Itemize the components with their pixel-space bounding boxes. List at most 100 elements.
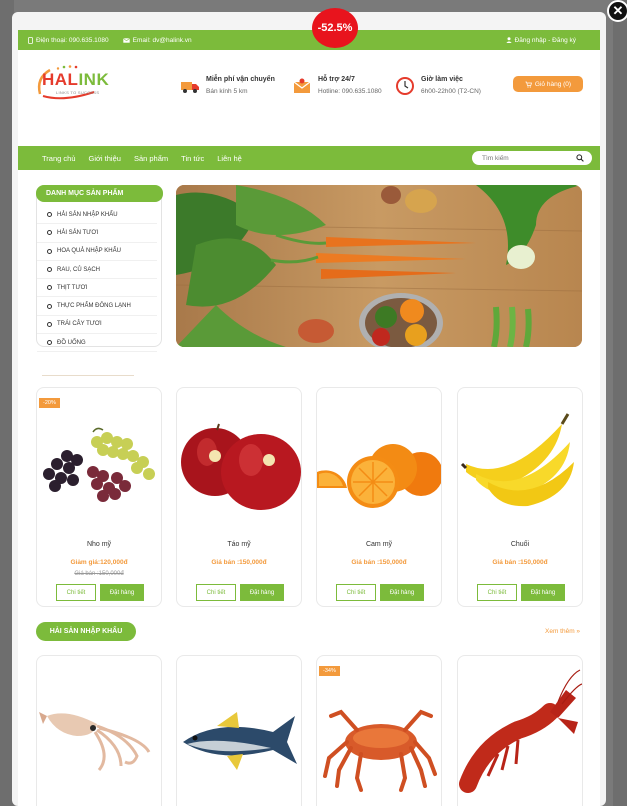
product-card: -34% — [316, 655, 442, 806]
search-box — [472, 151, 592, 165]
detail-button[interactable]: Chi tiết — [477, 584, 517, 601]
orange-image[interactable] — [317, 402, 441, 522]
feature-hours-title: Giờ làm việc — [421, 76, 463, 83]
search-icon[interactable] — [576, 154, 584, 162]
product-card — [176, 655, 302, 806]
feature-support: Hỗ trợ 24/7 Hotline: 090.635.1080 — [292, 76, 382, 96]
product-price: Giá bán :150,000đ — [351, 559, 407, 566]
topbar-email-text: Email: dv@halink.vn — [132, 36, 192, 44]
category-label: TRÁI CÂY TƯƠI — [57, 321, 102, 328]
banana-image[interactable] — [458, 402, 582, 522]
product-name[interactable]: Nho mỹ — [37, 541, 161, 548]
product-card: Táo mỹ Giá bán :150,000đ Chi tiết Đặt hà… — [176, 387, 302, 607]
bullet-icon — [47, 212, 52, 218]
section-divider — [42, 375, 134, 376]
nav-about[interactable]: Giới thiệu — [89, 154, 121, 163]
clock-icon — [396, 77, 414, 95]
nav-products[interactable]: Sản phẩm — [134, 154, 168, 163]
popup-modal: Điện thoại: 090.635.1080 Email: dv@halin… — [12, 12, 606, 806]
category-item[interactable]: RAU, CỦ SẠCH — [37, 261, 157, 280]
site-header: HALINK LINKS TO SUCCESS Miễn phí vận chu… — [18, 50, 600, 134]
backdrop-right — [613, 0, 627, 806]
detail-button[interactable]: Chi tiết — [56, 584, 96, 601]
detail-button[interactable]: Chi tiết — [336, 584, 376, 601]
product-card: Cam mỹ Giá bán :150,000đ Chi tiết Đặt hà… — [316, 387, 442, 607]
category-label: HẢI SẢN NHẬP KHẨU — [57, 211, 118, 218]
hero-banner-image[interactable] — [176, 185, 582, 347]
search-input[interactable] — [482, 154, 572, 162]
sidebar-title: DANH MỤC SẢN PHẨM — [36, 185, 163, 202]
order-button[interactable]: Đặt hàng — [380, 584, 424, 601]
bullet-icon — [47, 248, 52, 254]
bullet-icon — [47, 230, 52, 236]
squid-image[interactable] — [37, 666, 161, 806]
product-card — [36, 655, 162, 806]
feature-support-title: Hỗ trợ 24/7 — [318, 76, 355, 83]
product-old-price: Giá bán :150,000đ — [74, 571, 124, 577]
product-name[interactable]: Chuối — [458, 541, 582, 548]
product-price: Giá bán :150,000đ — [492, 559, 548, 566]
tuna-image[interactable] — [177, 666, 301, 806]
order-button[interactable]: Đặt hàng — [521, 584, 565, 601]
bullet-icon — [47, 285, 52, 291]
halink-logo[interactable]: HALINK LINKS TO SUCCESS — [34, 64, 116, 100]
feature-support-subtitle: Hotline: 090.635.1080 — [318, 88, 382, 95]
close-button[interactable]: ✕ — [607, 0, 627, 22]
nav-news[interactable]: Tin tức — [181, 154, 204, 163]
category-label: THỊT TƯƠI — [57, 284, 88, 291]
category-item[interactable]: HẢI SẢN NHẬP KHẨU — [37, 206, 157, 225]
login-register-link[interactable]: Đăng nhập - Đăng ký — [515, 37, 576, 44]
grapes-image[interactable] — [37, 402, 161, 522]
topbar-email[interactable]: Email: dv@halink.vn — [122, 36, 192, 44]
section-title-imported-seafood[interactable]: HẢI SẢN NHẬP KHẨU — [36, 622, 136, 641]
topbar-phone-text: Điện thoại: 090.635.1080 — [36, 36, 109, 44]
topbar-phone[interactable]: Điện thoại: 090.635.1080 — [28, 37, 109, 44]
category-item[interactable]: HẢI SẢN TƯƠI — [37, 224, 157, 243]
discount-badge: -52.5% — [312, 8, 358, 48]
product-name[interactable]: Cam mỹ — [317, 541, 441, 548]
category-item[interactable]: THỰC PHẨM ĐÔNG LẠNH — [37, 297, 157, 316]
detail-button[interactable]: Chi tiết — [196, 584, 236, 601]
website-preview: Điện thoại: 090.635.1080 Email: dv@halin… — [18, 30, 600, 806]
cart-icon — [525, 81, 532, 88]
category-item[interactable]: TRÁI CÂY TƯƠI — [37, 316, 157, 335]
phone-icon — [28, 36, 33, 44]
cart-button[interactable]: Giỏ hàng (0) — [513, 76, 583, 92]
truck-icon — [181, 82, 199, 93]
sale-tag: -20% — [39, 398, 60, 408]
bullet-icon — [47, 321, 52, 327]
category-item[interactable]: THỊT TƯƠI — [37, 279, 157, 298]
feature-shipping-title: Miễn phí vận chuyển — [206, 76, 275, 83]
cart-label: Giỏ hàng (0) — [534, 80, 572, 88]
category-list: HẢI SẢN NHẬP KHẨU HẢI SẢN TƯƠI HOA QUẢ N… — [37, 206, 157, 353]
product-price: Giảm giá:120,000đ — [70, 559, 128, 566]
logo-slogan: LINKS TO SUCCESS — [56, 90, 100, 95]
category-item[interactable]: ĐỒ UỐNG — [37, 334, 157, 353]
order-button[interactable]: Đặt hàng — [240, 584, 284, 601]
product-card: Chuối Giá bán :150,000đ Chi tiết Đặt hàn… — [457, 387, 583, 607]
main-nav: Trang chủ Giới thiệu Sản phẩm Tin tức Li… — [18, 146, 600, 170]
bullet-icon — [47, 340, 52, 346]
feature-hours: Giờ làm việc 6h00-22h00 (T2-CN) — [395, 76, 481, 96]
see-more-link[interactable]: Xem thêm » — [545, 628, 580, 635]
bullet-icon — [47, 303, 52, 309]
king-crab-image[interactable] — [317, 666, 441, 806]
category-label: THỰC PHẨM ĐÔNG LẠNH — [57, 303, 131, 310]
lobster-image[interactable] — [458, 666, 582, 806]
mail-icon — [293, 78, 311, 93]
nav-contact[interactable]: Liên hệ — [217, 154, 242, 163]
category-item[interactable]: HOA QUẢ NHẬP KHẨU — [37, 243, 157, 261]
product-name[interactable]: Táo mỹ — [177, 541, 301, 548]
feature-shipping-subtitle: Bán kính 5 km — [206, 88, 248, 95]
category-label: HẢI SẢN TƯƠI — [57, 229, 99, 236]
nav-home[interactable]: Trang chủ — [42, 154, 76, 163]
product-price: Giá bán :150,000đ — [211, 559, 267, 566]
category-label: RAU, CỦ SẠCH — [57, 266, 101, 273]
order-button[interactable]: Đặt hàng — [100, 584, 144, 601]
user-icon — [505, 37, 512, 43]
topbar-account[interactable]: Đăng nhập - Đăng ký — [505, 37, 576, 44]
apple-image[interactable] — [177, 402, 301, 522]
category-sidebar: DANH MỤC SẢN PHẨM HẢI SẢN NHẬP KHẨU HẢI … — [36, 185, 163, 353]
top-bar: Điện thoại: 090.635.1080 Email: dv@halin… — [18, 30, 600, 50]
feature-hours-subtitle: 6h00-22h00 (T2-CN) — [421, 88, 481, 95]
